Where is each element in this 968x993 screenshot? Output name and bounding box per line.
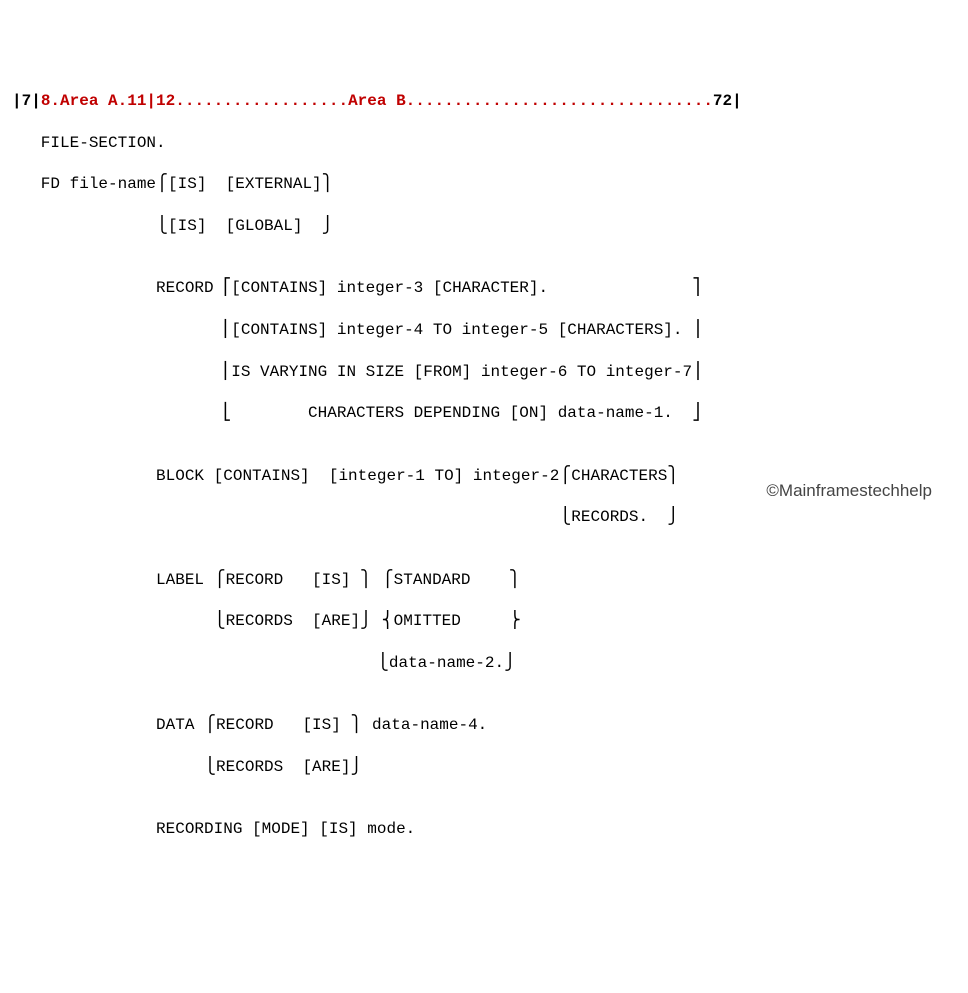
ruler-area-b: Area B	[348, 92, 406, 110]
ruler-col8: 8.	[41, 92, 60, 110]
ruler-col11dot: .11|	[118, 92, 156, 110]
line-recording-mode: RECORDING [MODE] [IS] mode.	[12, 819, 956, 840]
line-record-2: ⎢[CONTAINS] integer-4 TO integer-5 [CHAR…	[12, 320, 956, 341]
line-record-4: ⎣ CHARACTERS DEPENDING [ON] data-name-1.…	[12, 403, 956, 424]
line-data-2: ⎩RECORDS [ARE]⎭	[12, 757, 956, 778]
ruler-col72: 72|	[713, 92, 742, 110]
line-data-1: DATA ⎧RECORD [IS] ⎫ data-name-4.	[12, 715, 956, 736]
line-label-3: ⎩data-name-2.⎭	[12, 653, 956, 674]
ruler-col7: |7|	[12, 92, 41, 110]
line-record-3: ⎢IS VARYING IN SIZE [FROM] integer-6 TO …	[12, 362, 956, 383]
line-block-2: ⎩RECORDS. ⎭	[12, 507, 956, 528]
column-ruler: |7|8.Area A.11|12..................Area …	[12, 91, 956, 112]
line-fd-2: ⎩[IS] [GLOBAL] ⎭	[12, 216, 956, 237]
ruler-dots-left: ..................	[175, 92, 348, 110]
ruler-area-a: Area A	[60, 92, 118, 110]
line-label-2: ⎩RECORDS [ARE]⎭ ⎨OMITTED ⎬	[12, 611, 956, 632]
line-record-1: RECORD ⎡[CONTAINS] integer-3 [CHARACTER]…	[12, 278, 956, 299]
watermark: ©Mainframestechhelp	[766, 480, 932, 502]
line-file-section: FILE-SECTION.	[12, 133, 956, 154]
line-fd-1: FD file-name⎧[IS] [EXTERNAL]⎫	[12, 174, 956, 195]
ruler-dots-right: ................................	[406, 92, 713, 110]
line-label-1: LABEL ⎧RECORD [IS] ⎫ ⎧STANDARD ⎫	[12, 570, 956, 591]
ruler-col12: 12	[156, 92, 175, 110]
